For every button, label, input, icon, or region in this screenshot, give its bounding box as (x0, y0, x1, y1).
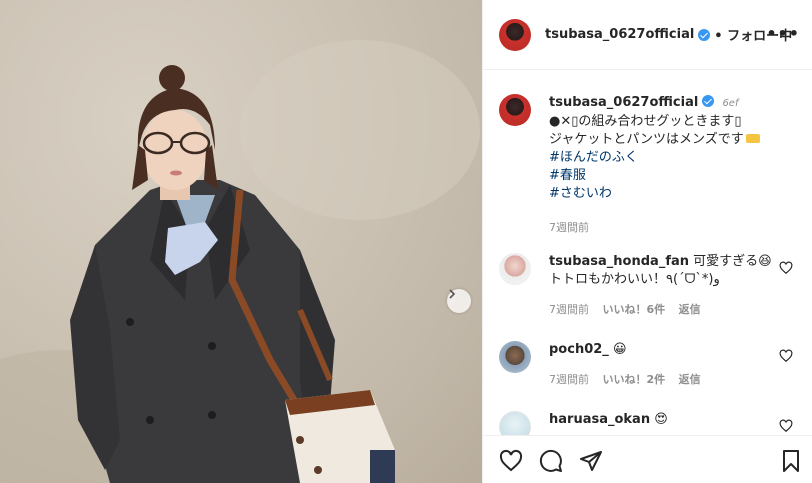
heart-icon[interactable] (499, 449, 523, 473)
comments-list[interactable]: tsubasa_0627official 6ef ●✕▯の組み合わせグッときます… (483, 71, 812, 435)
comment-timestamp[interactable]: 7週間前 (549, 373, 589, 386)
reply-button[interactable]: 返信 (679, 303, 701, 316)
caption-tail: 6ef (722, 98, 739, 109)
hashtag-link[interactable]: #さむいわ (549, 185, 803, 203)
comment-text-line-2: トトロもかわいい！٩(ˊᗜˋ*)و (549, 272, 720, 287)
comment-item: haruasa_okan 😍 (499, 411, 803, 435)
chevron-right-icon (449, 289, 456, 299)
caption-avatar[interactable] (499, 94, 531, 126)
verified-badge-icon (702, 95, 715, 107)
post-side-panel: tsubasa_0627official • フォロー中 ••• tsubasa… (482, 0, 812, 483)
commenter-username[interactable]: haruasa_okan (549, 412, 650, 427)
caption-timestamp[interactable]: 7週間前 (549, 221, 589, 234)
verified-badge-icon (698, 28, 711, 41)
caption-line-1: ●✕▯の組み合わせグッときます▯ (549, 114, 742, 129)
photo-illustration (0, 40, 480, 483)
commenter-username[interactable]: tsubasa_honda_fan (549, 254, 689, 269)
caption: tsubasa_0627official 6ef ●✕▯の組み合わせグッときます… (499, 94, 803, 237)
carousel-next-button[interactable] (447, 289, 471, 313)
comment-item: tsubasa_honda_fan 可愛すぎる😆 トトロもかわいい！٩(ˊᗜˋ*… (499, 253, 803, 319)
hashtag-link[interactable]: #ほんだのふく (549, 149, 803, 167)
comment-text: 😀 (612, 342, 627, 357)
comment-item: poch02_ 😀 7週間前 いいね！2件 返信 (499, 341, 803, 389)
heart-icon[interactable] (779, 349, 793, 363)
reply-button[interactable]: 返信 (679, 373, 701, 386)
post-photo[interactable] (0, 0, 482, 483)
author-username[interactable]: tsubasa_0627official (545, 27, 694, 42)
caption-username[interactable]: tsubasa_0627official (549, 95, 698, 110)
comment-likes[interactable]: いいね！6件 (603, 303, 666, 316)
hashtag-link[interactable]: #春服 (549, 167, 803, 185)
commenter-avatar[interactable] (499, 341, 531, 373)
action-bar (483, 435, 812, 483)
commenter-avatar[interactable] (499, 253, 531, 285)
comment-text: 😍 (654, 412, 668, 427)
comment-text: 可愛すぎる😆 (693, 254, 772, 269)
bookmark-icon[interactable] (779, 449, 803, 473)
comment-icon[interactable] (539, 449, 563, 473)
commenter-username[interactable]: poch02_ (549, 342, 609, 357)
post-header: tsubasa_0627official • フォロー中 ••• (483, 0, 812, 70)
comment-timestamp[interactable]: 7週間前 (549, 303, 589, 316)
commenter-avatar[interactable] (499, 411, 531, 435)
more-options-icon[interactable]: ••• (766, 24, 800, 43)
share-icon[interactable] (579, 449, 603, 473)
heart-icon[interactable] (779, 261, 793, 275)
caption-line-2: ジャケットとパンツはメンズです (549, 131, 803, 149)
comment-likes[interactable]: いいね！2件 (603, 373, 666, 386)
emoji-icon (745, 134, 760, 143)
heart-icon[interactable] (779, 419, 793, 433)
author-avatar[interactable] (499, 18, 531, 51)
